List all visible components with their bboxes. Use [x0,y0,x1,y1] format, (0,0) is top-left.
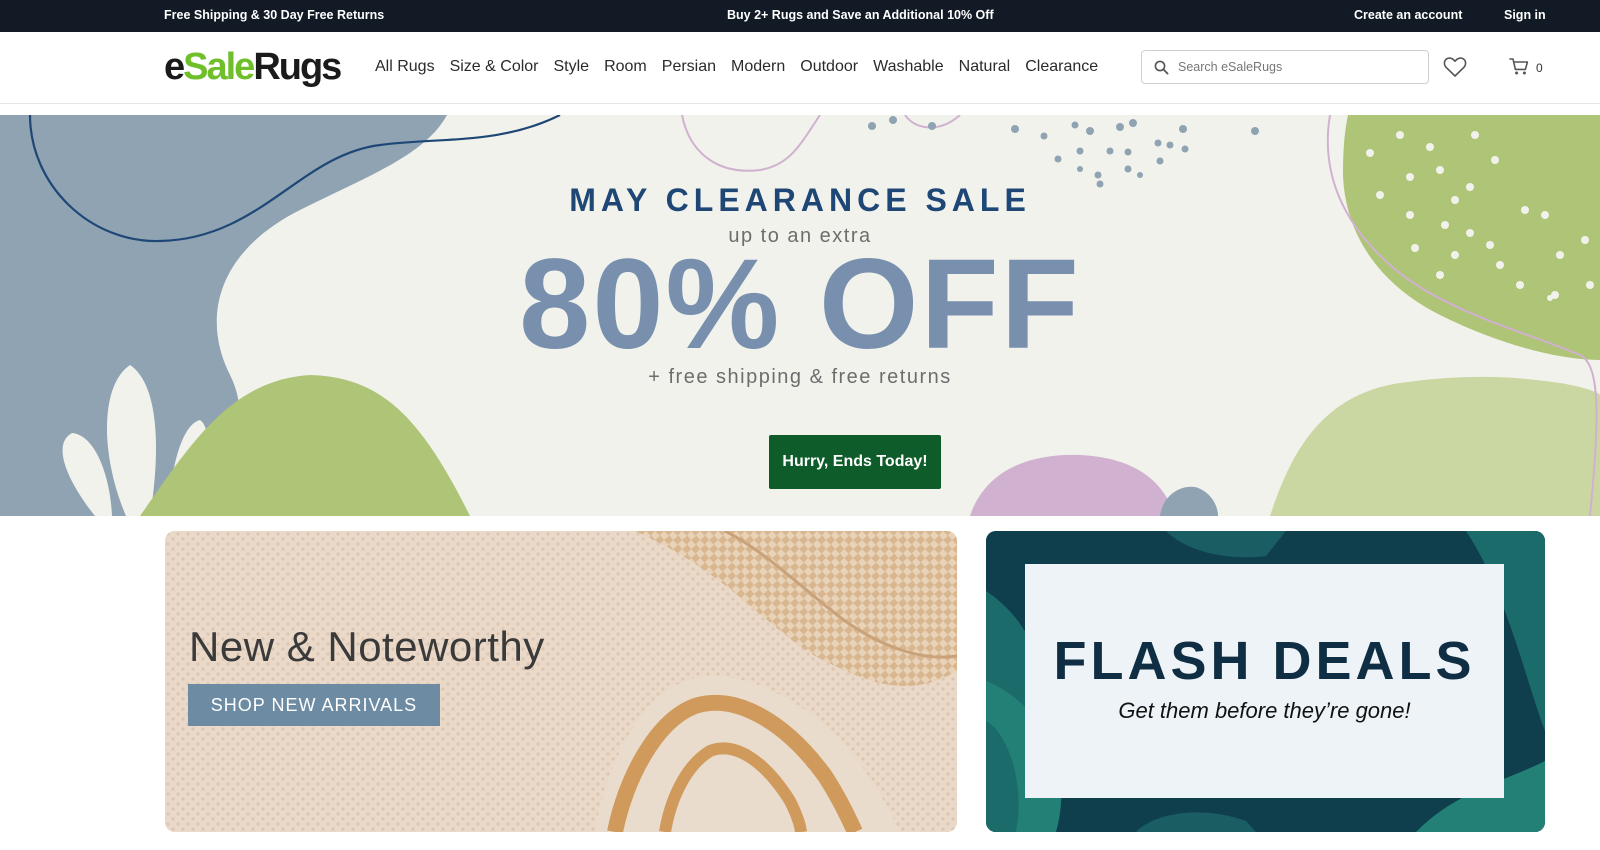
esalerugs-logo[interactable]: eSaleRugs [164,44,350,92]
search-input[interactable] [1178,51,1418,83]
rug-texture-image [165,531,957,832]
flash-deals-title: FLASH DEALS [1053,631,1476,691]
nav-clearance[interactable]: Clearance [1025,58,1098,76]
announcement-bar: Free Shipping & 30 Day Free Returns Buy … [0,0,1600,32]
hero-shipping-text: + free shipping & free returns [648,366,952,388]
new-noteworthy-card[interactable]: New & Noteworthy SHOP NEW ARRIVALS [165,531,957,832]
nav-modern[interactable]: Modern [731,58,785,76]
create-account-link[interactable]: Create an account [1354,8,1462,22]
promo-text: Buy 2+ Rugs and Save an Additional 10% O… [727,8,994,22]
search-box[interactable] [1141,50,1429,84]
main-nav: All Rugs Size & Color Style Room Persian… [375,58,1113,76]
nav-style[interactable]: Style [554,58,590,76]
cart-icon[interactable] [1509,57,1529,76]
free-shipping-text: Free Shipping & 30 Day Free Returns [164,8,385,22]
nav-outdoor[interactable]: Outdoor [800,58,858,76]
flash-deals-subtitle: Get them before they’re gone! [1118,698,1411,723]
nav-all-rugs[interactable]: All Rugs [375,58,435,76]
search-icon [1154,60,1169,75]
svg-text:eSaleRugs: eSaleRugs [164,46,341,88]
sign-in-link[interactable]: Sign in [1504,8,1546,22]
heart-icon[interactable] [1443,56,1467,78]
hurry-button[interactable]: Hurry, Ends Today! [769,435,941,489]
hero-discount: 80% OFF [519,233,1081,376]
flash-deals-panel: FLASH DEALS Get them before they’re gone… [1025,564,1504,798]
nav-natural[interactable]: Natural [959,58,1011,76]
site-header: eSaleRugs All Rugs Size & Color Style Ro… [0,32,1600,104]
shop-new-arrivals-button[interactable]: SHOP NEW ARRIVALS [188,684,440,726]
nav-room[interactable]: Room [604,58,647,76]
new-noteworthy-title: New & Noteworthy [189,623,545,670]
hero-banner[interactable]: MAY CLEARANCE SALE up to an extra 80% OF… [0,115,1600,516]
nav-size-color[interactable]: Size & Color [450,58,539,76]
nav-persian[interactable]: Persian [662,58,716,76]
flash-deals-card[interactable]: FLASH DEALS Get them before they’re gone… [986,531,1545,832]
nav-washable[interactable]: Washable [873,58,944,76]
hero-title: MAY CLEARANCE SALE [569,182,1031,218]
cart-count: 0 [1536,61,1543,75]
